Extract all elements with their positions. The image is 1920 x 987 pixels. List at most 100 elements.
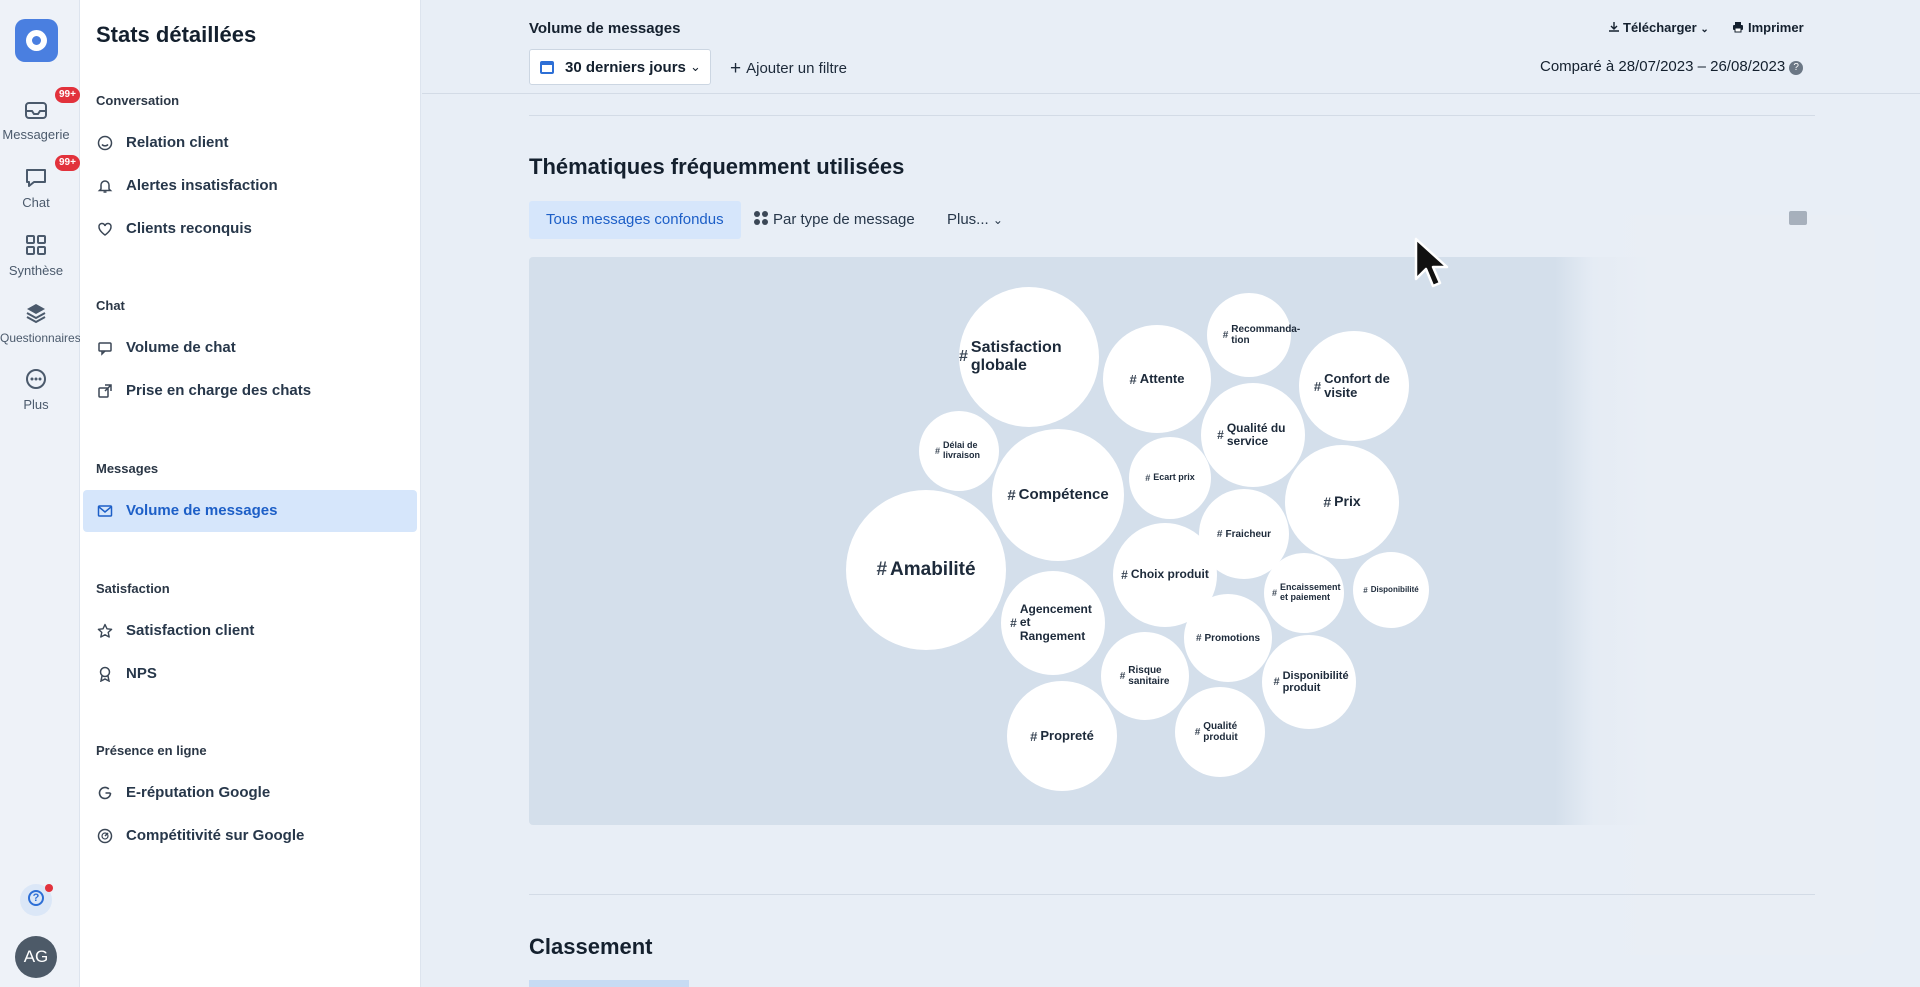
tab-plus[interactable]: Plus... ⌄ bbox=[930, 201, 1020, 239]
chart-print-icon[interactable] bbox=[1789, 211, 1807, 225]
rail-synthese[interactable]: Synthèse bbox=[0, 231, 72, 278]
layers-icon bbox=[22, 299, 50, 327]
mouse-cursor-icon bbox=[1414, 237, 1449, 288]
inbox-icon: 99+ bbox=[22, 87, 80, 123]
bubble-qualite-service[interactable]: # Qualité du service bbox=[1201, 383, 1305, 487]
avatar[interactable]: AG bbox=[15, 936, 57, 978]
bubble-recommandation[interactable]: # Recommanda- tion bbox=[1207, 293, 1300, 377]
rail-chat[interactable]: 99+ Chat bbox=[0, 155, 80, 210]
section-title: Présence en ligne bbox=[96, 743, 207, 758]
print-button[interactable]: Imprimer bbox=[1732, 20, 1804, 35]
stats-sidebar: Stats détaillées Conversation Relation c… bbox=[80, 0, 421, 987]
nav-item-satisfaction-client[interactable]: Satisfaction client bbox=[83, 610, 417, 652]
section-title: Messages bbox=[96, 461, 159, 476]
nav-item-competitivite[interactable]: Compétitivité sur Google bbox=[83, 815, 417, 857]
sidebar-title: Stats détaillées bbox=[96, 22, 257, 47]
bubble-qualite-produit[interactable]: # Qualité produit bbox=[1175, 687, 1265, 777]
bubble-risque-sanitaire[interactable]: # Risque sanitaire bbox=[1101, 632, 1189, 720]
bubble-disponibilite-produit[interactable]: # Disponibilité produit bbox=[1262, 635, 1356, 729]
download-label: Télécharger bbox=[1623, 20, 1697, 35]
nav-item-label: Prise en charge des chats bbox=[126, 382, 312, 399]
printer-icon bbox=[1733, 22, 1743, 33]
google-icon bbox=[97, 785, 113, 801]
rail-label: Messagerie bbox=[2, 127, 70, 142]
rail-plus[interactable]: Plus bbox=[0, 365, 72, 412]
ranking-tab-active[interactable] bbox=[529, 980, 689, 987]
section-title: Satisfaction bbox=[96, 581, 170, 596]
nav-item-label: Volume de chat bbox=[126, 339, 236, 356]
nav-item-label: Relation client bbox=[126, 134, 229, 151]
bubble-confort-visite[interactable]: # Confort de visite bbox=[1299, 331, 1409, 441]
nav-item-volume-chat[interactable]: Volume de chat bbox=[83, 327, 417, 369]
gauge-icon bbox=[97, 828, 113, 844]
bubble-amabilite[interactable]: # Amabilité bbox=[846, 490, 1006, 650]
nav-item-label: Satisfaction client bbox=[126, 622, 255, 639]
dots-grid-icon bbox=[754, 211, 768, 225]
print-label: Imprimer bbox=[1748, 20, 1804, 35]
bubble-disponibilite[interactable]: # Disponibilité bbox=[1353, 552, 1429, 628]
section-divider bbox=[529, 894, 1815, 895]
tab-label: Plus... bbox=[947, 211, 989, 228]
nav-item-label: NPS bbox=[126, 665, 157, 682]
rail-label: Chat bbox=[22, 195, 50, 210]
nav-item-alertes[interactable]: Alertes insatisfaction bbox=[83, 165, 417, 207]
nav-item-ereputation[interactable]: E-réputation Google bbox=[83, 772, 417, 814]
tab-label: Par type de message bbox=[773, 211, 915, 228]
help-button[interactable]: ? bbox=[20, 884, 53, 916]
bubble-competence[interactable]: # Compétence bbox=[992, 429, 1124, 561]
tab-tous-messages[interactable]: Tous messages confondus bbox=[529, 201, 741, 239]
chat-icon: 99+ bbox=[22, 155, 80, 191]
mail-icon bbox=[97, 503, 113, 519]
rail-label: Plus bbox=[23, 397, 49, 412]
nav-item-relation-client[interactable]: Relation client bbox=[83, 122, 417, 164]
date-range-select[interactable]: 30 derniers jours ⌄ bbox=[529, 49, 711, 85]
rail-messagerie[interactable]: 99+ Messagerie bbox=[0, 87, 80, 142]
bubble-proprete[interactable]: # Propreté bbox=[1007, 681, 1117, 791]
add-filter-label: Ajouter un filtre bbox=[746, 60, 847, 77]
chevron-down-icon: ⌄ bbox=[1700, 24, 1709, 35]
ranking-title: Classement bbox=[529, 934, 653, 959]
bubble-promotions[interactable]: # Promotions bbox=[1184, 594, 1272, 682]
messagerie-badge: 99+ bbox=[55, 87, 80, 103]
bubble-ecart-prix[interactable]: # Ecart prix bbox=[1129, 437, 1211, 519]
chat-badge: 99+ bbox=[55, 155, 80, 171]
download-button[interactable]: Télécharger ⌄ bbox=[1608, 20, 1709, 35]
bubble-agencement[interactable]: # Agencement et Rangement bbox=[1001, 571, 1105, 675]
rail-label: Questionnaires bbox=[0, 331, 81, 345]
nav-item-clients-reconquis[interactable]: Clients reconquis bbox=[83, 208, 417, 250]
tab-par-type[interactable]: Par type de message bbox=[737, 201, 932, 239]
chat-bubble-icon bbox=[97, 340, 113, 356]
section-title: Conversation bbox=[96, 93, 180, 108]
smile-icon bbox=[97, 135, 113, 151]
nav-item-label: E-réputation Google bbox=[126, 784, 271, 801]
bubble-encaissement[interactable]: # Encaissement et paiement bbox=[1264, 553, 1344, 633]
download-icon bbox=[1609, 22, 1619, 32]
section-title: Chat bbox=[96, 298, 125, 313]
icon-rail: 99+ Messagerie 99+ Chat Synthèse Questio… bbox=[0, 0, 81, 987]
calendar-icon bbox=[540, 61, 554, 74]
nav-item-nps[interactable]: NPS bbox=[83, 653, 417, 695]
star-icon bbox=[97, 623, 113, 639]
bell-icon bbox=[97, 178, 113, 194]
date-range-label: 30 derniers jours bbox=[565, 59, 686, 76]
nav-item-label: Compétitivité sur Google bbox=[126, 827, 305, 844]
nav-item-prise-en-charge[interactable]: Prise en charge des chats bbox=[83, 370, 417, 412]
more-icon bbox=[22, 365, 50, 393]
heart-icon bbox=[97, 221, 113, 237]
themes-title: Thématiques fréquemment utilisées bbox=[529, 154, 905, 179]
add-filter-button[interactable]: + Ajouter un filtre bbox=[730, 57, 847, 79]
question-icon[interactable]: ? bbox=[1789, 61, 1804, 75]
chevron-down-icon: ⌄ bbox=[690, 59, 701, 74]
bubble-prix[interactable]: # Prix bbox=[1285, 445, 1399, 559]
nav-item-volume-messages[interactable]: Volume de messages bbox=[83, 490, 417, 532]
plus-icon: + bbox=[730, 58, 742, 79]
nav-item-label: Volume de messages bbox=[126, 502, 278, 519]
rail-questionnaires[interactable]: Questionnaires bbox=[0, 299, 81, 345]
loading-overlay bbox=[1555, 215, 1875, 955]
bubble-attente[interactable]: # Attente bbox=[1103, 325, 1211, 433]
bubble-delai-livraison[interactable]: # Délai de livraison bbox=[919, 411, 999, 491]
app-logo[interactable] bbox=[15, 19, 58, 62]
bubble-satisfaction-globale[interactable]: # Satisfaction globale bbox=[959, 287, 1099, 427]
compare-label: Comparé à 28/07/2023 – 26/08/2023 bbox=[1540, 58, 1786, 75]
nav-item-label: Alertes insatisfaction bbox=[126, 177, 278, 194]
